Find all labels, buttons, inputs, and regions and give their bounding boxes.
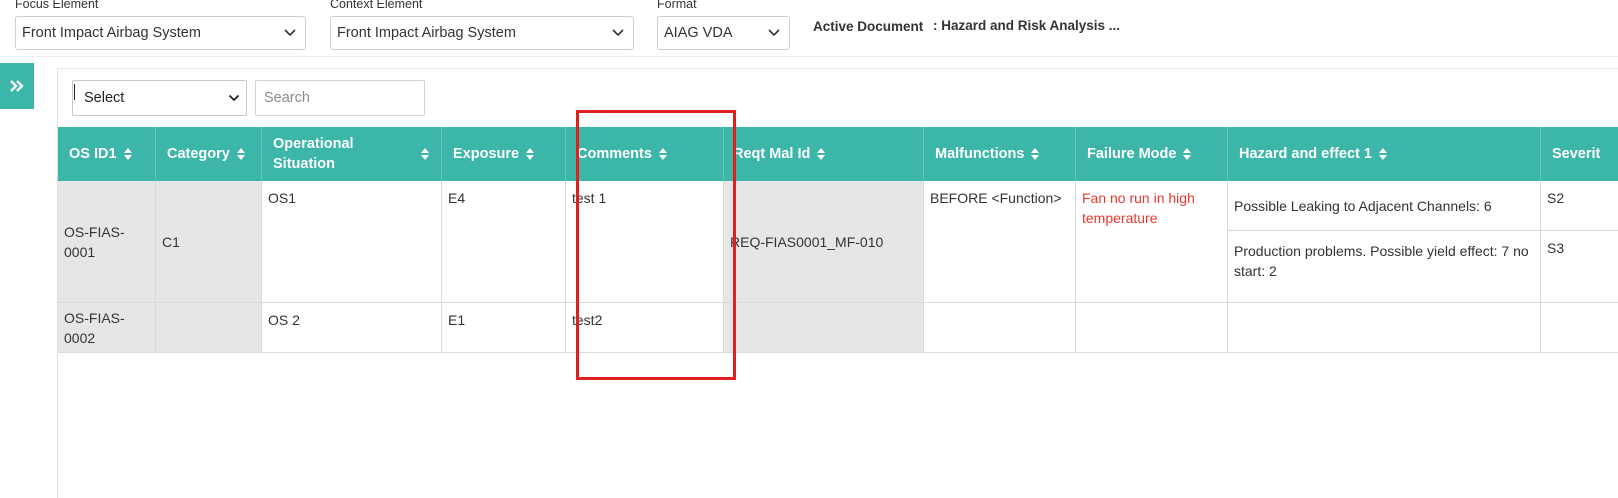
cell-os-id: OS-FIAS-0001 bbox=[58, 181, 156, 303]
cell-category bbox=[156, 303, 262, 353]
risk-table: OS ID1 Category Operational Situation Ex… bbox=[58, 127, 1618, 355]
focus-element-label: Focus Element bbox=[15, 0, 99, 11]
cell-hazard-effect[interactable]: Production problems. Possible yield effe… bbox=[1228, 231, 1541, 303]
column-header-malfunctions[interactable]: Malfunctions bbox=[924, 127, 1076, 181]
cell-failure-mode[interactable] bbox=[1076, 303, 1228, 353]
chevron-down-icon bbox=[228, 94, 240, 102]
column-header-label: Reqt Mal Id bbox=[733, 146, 811, 162]
top-bar: Focus Element Front Impact Airbag System… bbox=[0, 0, 1618, 56]
column-header-label: Malfunctions bbox=[935, 146, 1025, 162]
sort-icon[interactable] bbox=[421, 148, 429, 160]
cell-operational-situation[interactable]: OS1 bbox=[262, 181, 442, 303]
column-header-exposure[interactable]: Exposure bbox=[442, 127, 566, 181]
cell-reqt-mal-id: REQ-FIAS0001_MF-010 bbox=[724, 181, 924, 303]
column-header-category[interactable]: Category bbox=[156, 127, 262, 181]
column-header-operational-situation[interactable]: Operational Situation bbox=[262, 127, 442, 181]
cell-reqt-mal-id bbox=[724, 303, 924, 353]
column-header-label: Comments bbox=[577, 146, 652, 162]
column-header-severity[interactable]: Severit bbox=[1541, 127, 1618, 181]
context-element-select[interactable]: Front Impact Airbag System bbox=[330, 16, 634, 50]
cell-malfunctions[interactable] bbox=[924, 303, 1076, 353]
column-header-label: Operational Situation bbox=[273, 136, 354, 172]
cell-malfunctions[interactable]: BEFORE <Function> bbox=[924, 181, 1076, 303]
context-element-label: Context Element bbox=[330, 0, 423, 11]
sort-icon[interactable] bbox=[123, 148, 132, 160]
format-select[interactable]: AIAG VDA bbox=[657, 16, 790, 50]
filter-select-value: Select bbox=[84, 90, 125, 106]
sort-icon[interactable] bbox=[1183, 148, 1192, 160]
column-header-reqt-mal-id[interactable]: Reqt Mal Id bbox=[724, 127, 924, 181]
column-header-label: Severit bbox=[1552, 146, 1601, 162]
chevron-down-icon bbox=[612, 29, 624, 37]
sort-icon[interactable] bbox=[1031, 148, 1040, 160]
column-header-failure-mode[interactable]: Failure Mode bbox=[1076, 127, 1228, 181]
format-label: Format bbox=[657, 0, 697, 11]
cell-exposure[interactable]: E1 bbox=[442, 303, 566, 353]
focus-element-select[interactable]: Front Impact Airbag System bbox=[15, 16, 306, 50]
focus-element-value: Front Impact Airbag System bbox=[22, 25, 201, 41]
column-header-comments[interactable]: Comments bbox=[566, 127, 724, 181]
sort-icon[interactable] bbox=[658, 148, 667, 160]
sort-icon[interactable] bbox=[236, 148, 245, 160]
chevron-down-icon bbox=[284, 29, 296, 37]
column-header-label: OS ID1 bbox=[69, 146, 117, 162]
sort-icon[interactable] bbox=[1378, 148, 1387, 160]
search-input[interactable] bbox=[255, 80, 425, 116]
expand-sidebar-button[interactable] bbox=[0, 63, 34, 109]
column-header-hazard-effect[interactable]: Hazard and effect 1 bbox=[1228, 127, 1541, 181]
chevron-double-right-icon bbox=[10, 80, 24, 92]
chevron-down-icon bbox=[768, 29, 780, 37]
text-cursor bbox=[74, 84, 75, 100]
cell-comments[interactable]: test2 bbox=[566, 303, 724, 353]
column-header-label: Exposure bbox=[453, 146, 520, 162]
column-header-label: Failure Mode bbox=[1087, 146, 1177, 162]
column-header-os-id[interactable]: OS ID1 bbox=[58, 127, 156, 181]
context-element-value: Front Impact Airbag System bbox=[337, 25, 516, 41]
format-value: AIAG VDA bbox=[664, 25, 733, 41]
cell-severity[interactable]: S2 bbox=[1541, 181, 1618, 231]
cell-category: C1 bbox=[156, 181, 262, 303]
cell-failure-mode[interactable]: Fan no run in high temperature bbox=[1076, 181, 1228, 303]
cell-hazard-effect[interactable] bbox=[1228, 303, 1541, 353]
divider bbox=[0, 56, 1618, 57]
cell-severity[interactable] bbox=[1541, 303, 1618, 353]
cell-severity[interactable]: S3 bbox=[1541, 231, 1618, 303]
cell-comments[interactable]: test 1 bbox=[566, 181, 724, 303]
filter-select[interactable]: Select bbox=[72, 80, 247, 116]
cell-os-id: OS-FIAS-0002 bbox=[58, 303, 156, 353]
cell-operational-situation[interactable]: OS 2 bbox=[262, 303, 442, 353]
sort-icon[interactable] bbox=[526, 148, 535, 160]
sort-icon[interactable] bbox=[817, 148, 826, 160]
column-header-label: Category bbox=[167, 146, 230, 162]
active-document-label: Active Document bbox=[813, 19, 924, 34]
cell-exposure[interactable]: E4 bbox=[442, 181, 566, 303]
active-document-value: : Hazard and Risk Analysis ... bbox=[933, 18, 1121, 33]
cell-hazard-effect[interactable]: Possible Leaking to Adjacent Channels: 6 bbox=[1228, 181, 1541, 231]
column-header-label: Hazard and effect 1 bbox=[1239, 146, 1372, 162]
